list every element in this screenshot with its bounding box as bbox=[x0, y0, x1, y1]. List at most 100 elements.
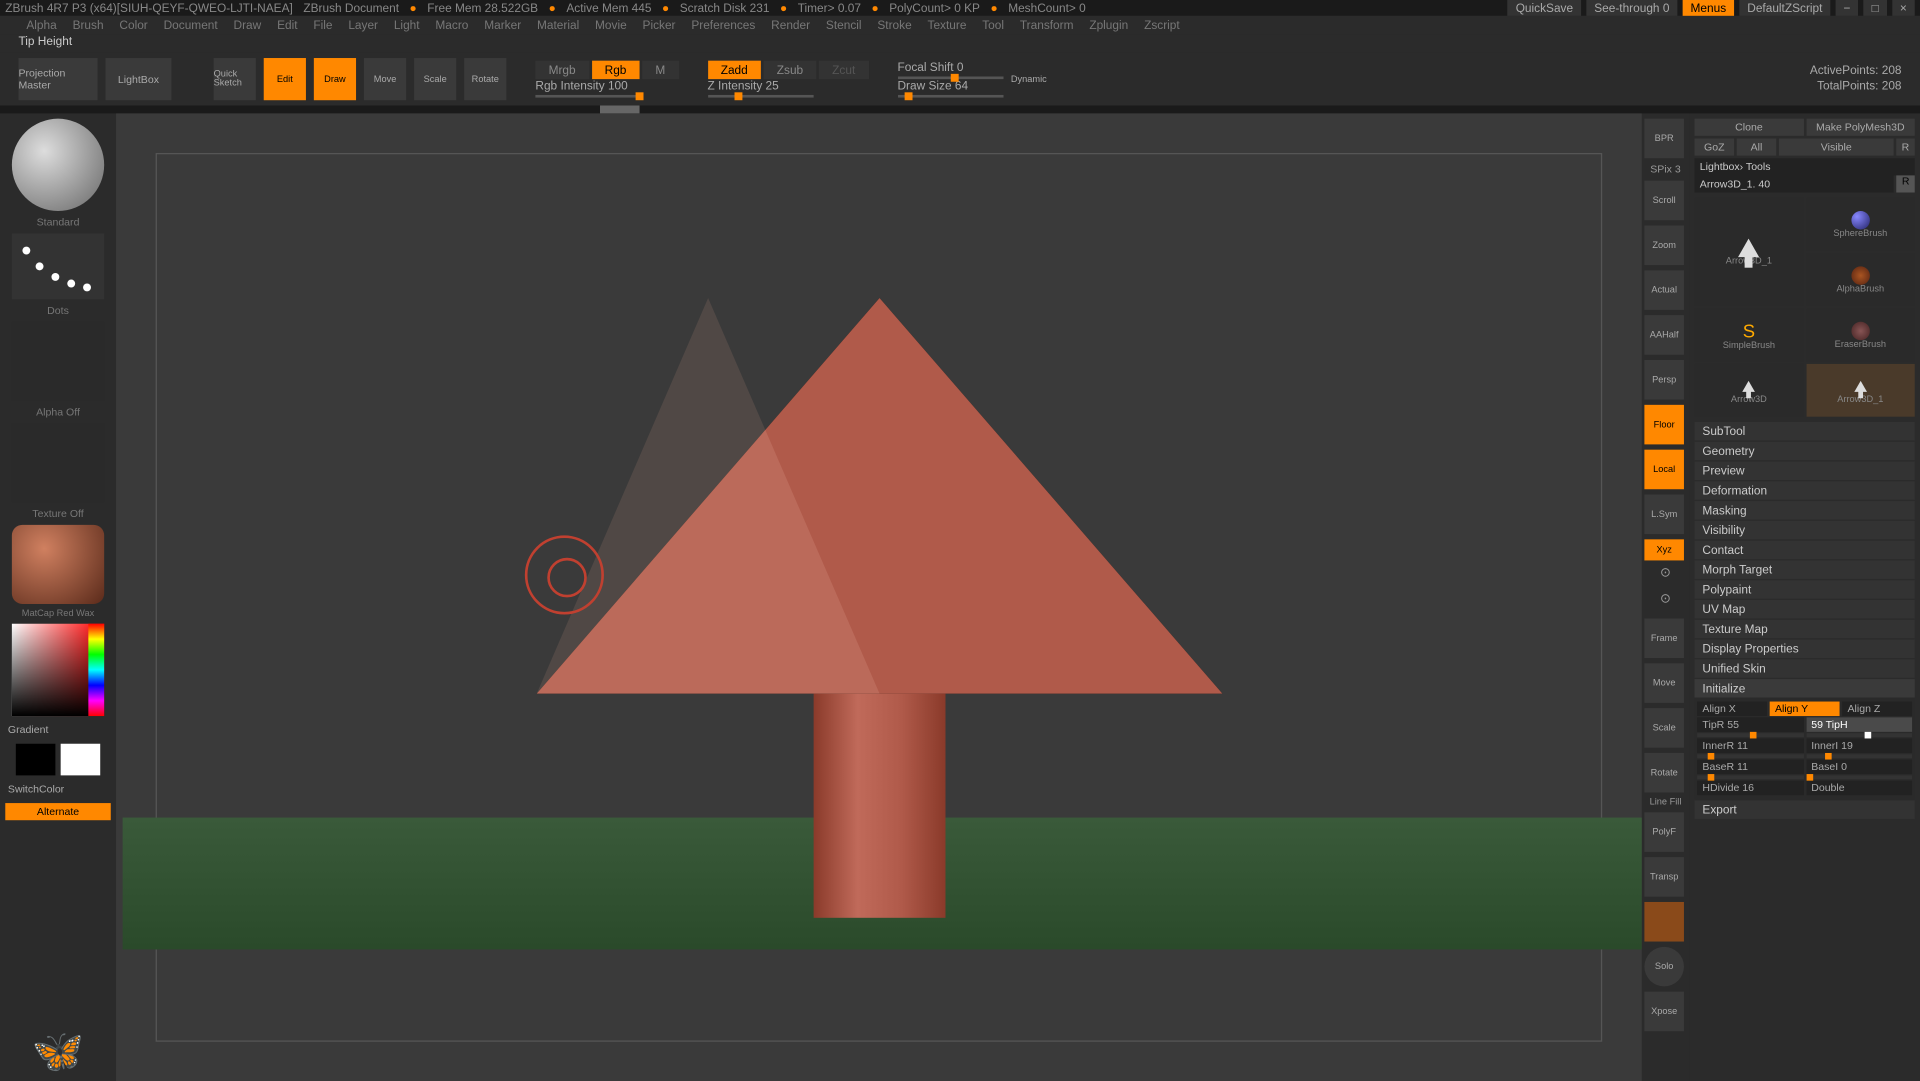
section-subtool[interactable]: SubTool bbox=[1695, 422, 1915, 440]
menu-draw[interactable]: Draw bbox=[234, 18, 262, 31]
tool-arrow3d[interactable]: Arrow3D bbox=[1695, 364, 1804, 417]
tool-arrow3d-1[interactable]: Arrow3D_1 bbox=[1695, 198, 1804, 306]
alpha-preview[interactable] bbox=[12, 322, 104, 401]
visible-button[interactable]: Visible bbox=[1779, 138, 1894, 155]
tool-simplebrush[interactable]: SSimpleBrush bbox=[1695, 309, 1804, 362]
tool-spherebrush[interactable]: SphereBrush bbox=[1806, 198, 1915, 251]
section-contact[interactable]: Contact bbox=[1695, 541, 1915, 559]
baser-field[interactable]: BaseR 11 bbox=[1697, 760, 1803, 775]
focal-shift-label[interactable]: Focal Shift 0 bbox=[897, 61, 1002, 74]
dock-scale-button[interactable]: Scale bbox=[1644, 708, 1684, 748]
y-toggle[interactable]: ⊙ bbox=[1644, 566, 1686, 587]
tiph-field[interactable]: 59 TipH bbox=[1806, 717, 1912, 732]
menu-texture[interactable]: Texture bbox=[928, 18, 967, 31]
lightbox-button[interactable]: LightBox bbox=[105, 58, 171, 100]
texture-preview[interactable] bbox=[12, 423, 104, 502]
floor-button[interactable]: Floor bbox=[1644, 405, 1684, 445]
menu-document[interactable]: Document bbox=[164, 18, 218, 31]
make-polymesh-button[interactable]: Make PolyMesh3D bbox=[1806, 119, 1915, 136]
zcut-button[interactable]: Zcut bbox=[819, 61, 868, 79]
switchcolor-button[interactable]: SwitchColor bbox=[5, 781, 110, 798]
bpr-button[interactable]: BPR bbox=[1644, 119, 1684, 159]
r-button[interactable]: R bbox=[1896, 138, 1914, 155]
menu-stroke[interactable]: Stroke bbox=[877, 18, 911, 31]
swatch-white[interactable] bbox=[61, 744, 101, 776]
draw-button[interactable]: Draw bbox=[314, 58, 356, 100]
section-polypaint[interactable]: Polypaint bbox=[1695, 580, 1915, 598]
window-min-icon[interactable]: − bbox=[1836, 0, 1859, 16]
menu-brush[interactable]: Brush bbox=[73, 18, 104, 31]
section-morphtarget[interactable]: Morph Target bbox=[1695, 560, 1915, 578]
menu-material[interactable]: Material bbox=[537, 18, 579, 31]
brush-preview[interactable] bbox=[12, 119, 104, 211]
transp-button[interactable]: Transp bbox=[1644, 857, 1684, 897]
tool-alphabrush[interactable]: AlphaBrush bbox=[1806, 253, 1915, 306]
ghost-button[interactable] bbox=[1644, 902, 1684, 942]
quicksketch-button[interactable]: Quick Sketch bbox=[214, 58, 256, 100]
hdivide-field[interactable]: HDivide 16 bbox=[1697, 781, 1803, 796]
window-close-icon[interactable]: × bbox=[1892, 0, 1915, 16]
alignz-button[interactable]: Align Z bbox=[1842, 702, 1912, 717]
zadd-button[interactable]: Zadd bbox=[708, 61, 761, 79]
menu-zplugin[interactable]: Zplugin bbox=[1089, 18, 1128, 31]
rotate-button[interactable]: Rotate bbox=[464, 58, 506, 100]
menu-picker[interactable]: Picker bbox=[643, 18, 676, 31]
section-geometry[interactable]: Geometry bbox=[1695, 442, 1915, 460]
defaultscript-button[interactable]: DefaultZScript bbox=[1739, 0, 1830, 16]
canvas-ruler[interactable] bbox=[0, 105, 1920, 113]
double-button[interactable]: Double bbox=[1806, 781, 1912, 796]
scale-button[interactable]: Scale bbox=[414, 58, 456, 100]
menu-movie[interactable]: Movie bbox=[595, 18, 627, 31]
aahalf-button[interactable]: AAHalf bbox=[1644, 315, 1684, 355]
z-toggle[interactable]: ⊙ bbox=[1644, 592, 1686, 613]
section-visibility[interactable]: Visibility bbox=[1695, 521, 1915, 539]
xpose-button[interactable]: Xpose bbox=[1644, 992, 1684, 1032]
menu-tool[interactable]: Tool bbox=[982, 18, 1004, 31]
polyf-button[interactable]: PolyF bbox=[1644, 812, 1684, 852]
basei-field[interactable]: BaseI 0 bbox=[1806, 760, 1912, 775]
alignx-button[interactable]: Align X bbox=[1697, 702, 1767, 717]
material-preview[interactable] bbox=[12, 525, 104, 604]
z-intensity-label[interactable]: Z Intensity 25 bbox=[708, 79, 869, 92]
menu-file[interactable]: File bbox=[313, 18, 332, 31]
goz-button[interactable]: GoZ bbox=[1695, 138, 1735, 155]
menu-zscript[interactable]: Zscript bbox=[1144, 18, 1180, 31]
tool-arrow3d-1b[interactable]: Arrow3D_1 bbox=[1806, 364, 1915, 417]
dynamic-label[interactable]: Dynamic bbox=[1011, 75, 1047, 84]
color-picker[interactable] bbox=[12, 624, 104, 716]
section-uvmap[interactable]: UV Map bbox=[1695, 600, 1915, 618]
zsub-button[interactable]: Zsub bbox=[764, 61, 817, 79]
actual-button[interactable]: Actual bbox=[1644, 270, 1684, 310]
rgb-intensity-label[interactable]: Rgb Intensity 100 bbox=[535, 79, 678, 92]
section-displayprops[interactable]: Display Properties bbox=[1695, 640, 1915, 658]
menu-marker[interactable]: Marker bbox=[484, 18, 521, 31]
menu-layer[interactable]: Layer bbox=[348, 18, 378, 31]
quicksave-button[interactable]: QuickSave bbox=[1508, 0, 1581, 16]
menu-preferences[interactable]: Preferences bbox=[691, 18, 755, 31]
canvas[interactable] bbox=[116, 113, 1642, 1081]
edit-button[interactable]: Edit bbox=[264, 58, 306, 100]
scroll-button[interactable]: Scroll bbox=[1644, 181, 1684, 221]
mrgb-button[interactable]: Mrgb bbox=[535, 61, 588, 79]
aligny-button[interactable]: Align Y bbox=[1770, 702, 1840, 717]
alternate-button[interactable]: Alternate bbox=[5, 803, 110, 820]
spix-label[interactable]: SPix 3 bbox=[1644, 164, 1686, 176]
move-button[interactable]: Move bbox=[364, 58, 406, 100]
clone-button[interactable]: Clone bbox=[1695, 119, 1804, 136]
rgb-button[interactable]: Rgb bbox=[591, 61, 639, 79]
menu-color[interactable]: Color bbox=[119, 18, 147, 31]
swatch-black[interactable] bbox=[16, 744, 56, 776]
inneri-field[interactable]: InnerI 19 bbox=[1806, 738, 1912, 753]
menu-transform[interactable]: Transform bbox=[1020, 18, 1074, 31]
menu-render[interactable]: Render bbox=[771, 18, 810, 31]
stroke-preview[interactable] bbox=[12, 233, 104, 299]
gradient-label[interactable]: Gradient bbox=[5, 721, 110, 738]
menu-macro[interactable]: Macro bbox=[435, 18, 468, 31]
local-button[interactable]: Local bbox=[1644, 450, 1684, 490]
breadcrumb[interactable]: Lightbox› Tools bbox=[1695, 158, 1915, 175]
menu-edit[interactable]: Edit bbox=[277, 18, 297, 31]
menus-button[interactable]: Menus bbox=[1683, 0, 1734, 16]
zoom-button[interactable]: Zoom bbox=[1644, 225, 1684, 265]
menu-light[interactable]: Light bbox=[394, 18, 420, 31]
section-initialize[interactable]: Initialize bbox=[1695, 679, 1915, 697]
